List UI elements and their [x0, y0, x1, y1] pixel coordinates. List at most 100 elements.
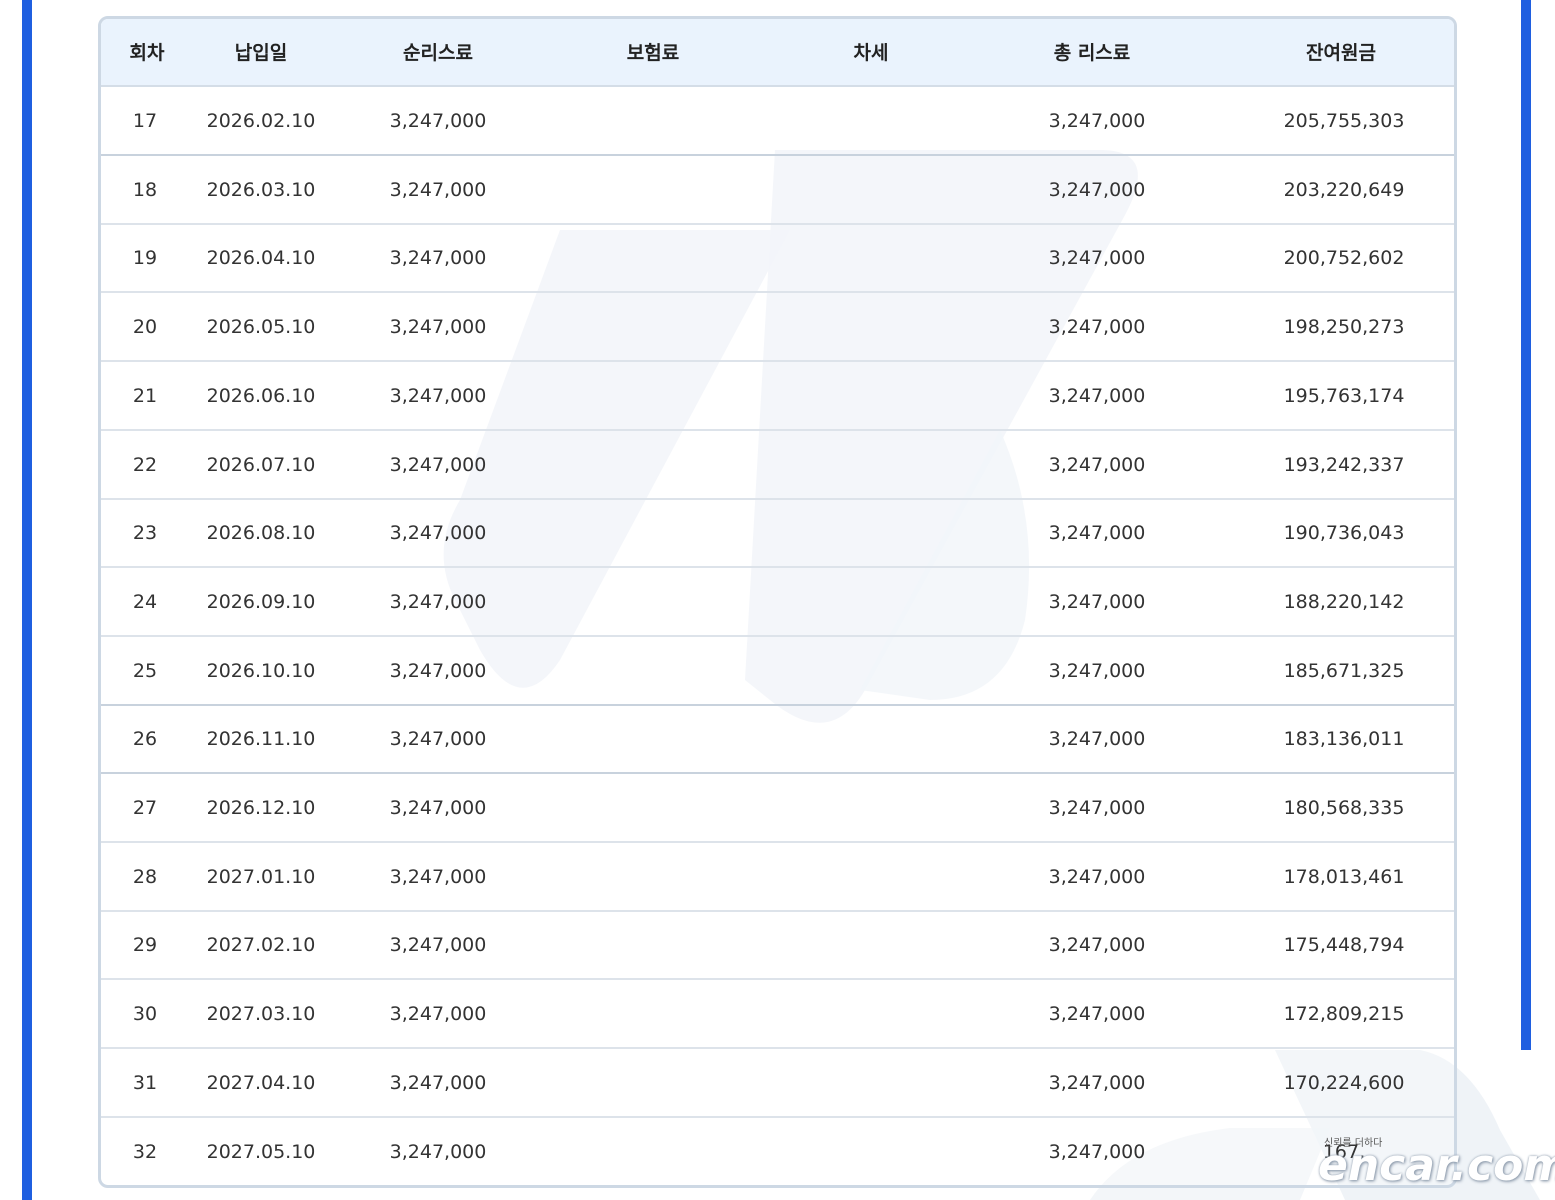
- cell-remaining-principal: 198,250,273: [1283, 316, 1405, 339]
- cell-net-lease-fee: 3,247,000: [389, 316, 487, 339]
- cell-net-lease-fee: 3,247,000: [389, 934, 487, 957]
- cell-installment: 25: [132, 659, 158, 682]
- cell-remaining-principal: 200,752,602: [1283, 247, 1405, 270]
- cell-installment: 18: [132, 178, 158, 201]
- cell-total-lease-fee: 3,247,000: [1048, 797, 1146, 819]
- cell-payment-date: 2027.01.10: [206, 865, 316, 888]
- cell-payment-date: 2026.06.10: [206, 384, 316, 407]
- cell-total-lease-fee: 3,247,000: [1048, 934, 1146, 957]
- cell-total-lease-fee: 3,247,000: [1048, 110, 1146, 132]
- cell-installment: 26: [132, 728, 158, 751]
- cell-total-lease-fee: 3,247,000: [1048, 522, 1146, 545]
- table-row: 32 2027.05.10 3,247,000 3,247,000 167,: [101, 1118, 1454, 1185]
- table-row: 26 2026.11.10 3,247,000 3,247,000 183,136,01…: [101, 705, 1454, 775]
- table-row: 31 2027.04.10 3,247,000 3,247,000 170,224,60…: [101, 1049, 1454, 1118]
- cell-installment: 28: [132, 865, 158, 888]
- cell-installment: 19: [132, 247, 158, 270]
- cell-remaining-principal: 193,242,337: [1283, 453, 1405, 476]
- cell-total-lease-fee: 3,247,000: [1048, 316, 1146, 339]
- cell-net-lease-fee: 3,247,000: [389, 384, 487, 407]
- cell-net-lease-fee: 3,247,000: [389, 453, 487, 476]
- table-row: 24 2026.09.10 3,247,000 3,247,000 188,220,14…: [101, 568, 1454, 637]
- table-row: 17 2026.02.10 3,247,000 3,247,000 205,755,30…: [101, 87, 1454, 156]
- header-total-lease-fee: 총 리스료: [1053, 42, 1131, 64]
- cell-payment-date: 2026.03.10: [206, 178, 316, 201]
- lease-schedule-table: 회차 납입일 순리스료 보험료 차세 총 리스료 잔여원금 17 2026.02.…: [98, 16, 1457, 1188]
- table-row: 29 2027.02.10 3,247,000 3,247,000 175,448,79…: [101, 911, 1454, 981]
- cell-total-lease-fee: 3,247,000: [1048, 659, 1146, 682]
- cell-payment-date: 2027.02.10: [206, 934, 316, 957]
- cell-net-lease-fee: 3,247,000: [389, 728, 487, 751]
- table-row: 19 2026.04.10 3,247,000 3,247,000 200,752,60…: [101, 224, 1454, 294]
- table-header: 회차 납입일 순리스료 보험료 차세 총 리스료 잔여원금: [101, 19, 1454, 87]
- cell-net-lease-fee: 3,247,000: [389, 522, 487, 545]
- cell-payment-date: 2026.07.10: [206, 453, 316, 476]
- cell-installment: 32: [132, 1140, 158, 1163]
- cell-payment-date: 2026.05.10: [206, 316, 316, 339]
- cell-payment-date: 2026.09.10: [206, 590, 316, 613]
- cell-net-lease-fee: 3,247,000: [389, 1003, 487, 1026]
- cell-installment: 20: [132, 316, 158, 339]
- cell-total-lease-fee: 3,247,000: [1048, 590, 1146, 613]
- cell-total-lease-fee: 3,247,000: [1048, 1140, 1146, 1163]
- right-frame-border: [1521, 0, 1531, 1050]
- cell-payment-date: 2026.10.10: [206, 659, 316, 682]
- cell-payment-date: 2027.05.10: [206, 1140, 316, 1163]
- cell-total-lease-fee: 3,247,000: [1048, 247, 1146, 270]
- cell-installment: 24: [132, 590, 158, 613]
- cell-installment: 30: [132, 1003, 158, 1026]
- header-installment: 회차: [129, 42, 165, 64]
- table-row: 30 2027.03.10 3,247,000 3,247,000 172,809,21…: [101, 980, 1454, 1050]
- cell-remaining-principal: 205,755,303: [1283, 110, 1405, 132]
- cell-remaining-principal: 203,220,649: [1283, 178, 1405, 201]
- cell-installment: 22: [132, 453, 158, 476]
- left-frame-border: [22, 0, 32, 1200]
- table-row: 21 2026.06.10 3,247,000 3,247,000 195,763,17…: [101, 362, 1454, 431]
- cell-total-lease-fee: 3,247,000: [1048, 728, 1146, 751]
- cell-installment: 27: [132, 797, 158, 819]
- header-insurance: 보험료: [626, 42, 680, 64]
- cell-remaining-principal: 175,448,794: [1283, 934, 1405, 957]
- cell-total-lease-fee: 3,247,000: [1048, 1071, 1146, 1094]
- table-row: 27 2026.12.10 3,247,000 3,247,000 180,568,33…: [101, 774, 1454, 843]
- cell-total-lease-fee: 3,247,000: [1048, 384, 1146, 407]
- cell-remaining-principal: 188,220,142: [1283, 590, 1405, 613]
- cell-payment-date: 2026.11.10: [206, 728, 316, 751]
- cell-net-lease-fee: 3,247,000: [389, 865, 487, 888]
- cell-installment: 23: [132, 522, 158, 545]
- cell-installment: 29: [132, 934, 158, 957]
- cell-total-lease-fee: 3,247,000: [1048, 1003, 1146, 1026]
- cell-net-lease-fee: 3,247,000: [389, 110, 487, 132]
- cell-remaining-principal: 183,136,011: [1283, 728, 1405, 751]
- cell-installment: 21: [132, 384, 158, 407]
- cell-net-lease-fee: 3,247,000: [389, 247, 487, 270]
- cell-payment-date: 2026.08.10: [206, 522, 316, 545]
- table-row: 28 2027.01.10 3,247,000 3,247,000 178,013,46…: [101, 843, 1454, 912]
- cell-remaining-principal: 190,736,043: [1283, 522, 1405, 545]
- cell-net-lease-fee: 3,247,000: [389, 178, 487, 201]
- cell-net-lease-fee: 3,247,000: [389, 659, 487, 682]
- cell-remaining-principal: 178,013,461: [1283, 865, 1405, 888]
- header-remaining-principal: 잔여원금: [1306, 42, 1376, 64]
- cell-installment: 17: [132, 110, 158, 132]
- logo-text: encar.com: [1318, 1140, 1555, 1191]
- cell-net-lease-fee: 3,247,000: [389, 1071, 487, 1094]
- cell-net-lease-fee: 3,247,000: [389, 590, 487, 613]
- table-row: 18 2026.03.10 3,247,000 3,247,000 203,220,64…: [101, 156, 1454, 225]
- cell-remaining-principal: 170,224,600: [1283, 1071, 1405, 1094]
- cell-total-lease-fee: 3,247,000: [1048, 178, 1146, 201]
- cell-net-lease-fee: 3,247,000: [389, 797, 487, 819]
- table-row: 20 2026.05.10 3,247,000 3,247,000 198,250,27…: [101, 293, 1454, 363]
- header-car-tax: 차세: [853, 42, 889, 64]
- cell-remaining-principal: 180,568,335: [1283, 797, 1405, 819]
- table-row: 22 2026.07.10 3,247,000 3,247,000 193,242,33…: [101, 431, 1454, 500]
- cell-remaining-principal: 172,809,215: [1283, 1003, 1405, 1026]
- cell-total-lease-fee: 3,247,000: [1048, 453, 1146, 476]
- cell-payment-date: 2026.02.10: [206, 110, 316, 132]
- cell-installment: 31: [132, 1071, 158, 1094]
- cell-payment-date: 2027.03.10: [206, 1003, 316, 1026]
- header-net-lease-fee: 순리스료: [403, 42, 473, 64]
- cell-remaining-principal: 195,763,174: [1283, 384, 1405, 407]
- cell-payment-date: 2026.04.10: [206, 247, 316, 270]
- table-row: 25 2026.10.10 3,247,000 3,247,000 185,671,32…: [101, 637, 1454, 706]
